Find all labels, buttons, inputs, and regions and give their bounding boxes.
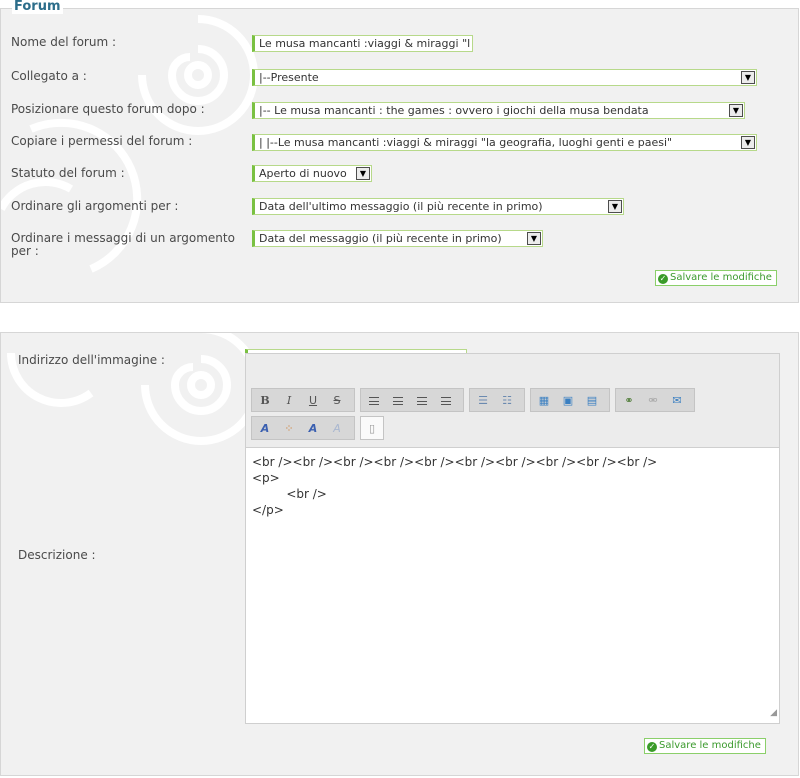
order-topics-select[interactable]: Data dell'ultimo messaggio (il più recen… [252,198,624,215]
chevron-down-icon: ▼ [608,200,622,213]
order-messages-select[interactable]: Data del messaggio (il più recente in pr… [252,230,543,247]
panel-legend-forum: Forum [12,0,63,14]
description-editor[interactable]: <br /><br /><br /><br /><br /><br /><br … [245,447,780,724]
copy-permissions-label: Copiare i permessi del forum : [11,134,193,148]
align-right-icon[interactable] [414,393,430,409]
order-messages-value: Data del messaggio (il più recente in pr… [259,232,502,245]
color-icon[interactable]: ⁘ [281,421,297,437]
save-changes-button[interactable]: ✓ Salvare le modifiche [655,270,777,286]
bold-icon[interactable]: B [257,393,273,409]
bullet-list-icon[interactable]: ☰ [475,393,491,409]
font-size-icon[interactable]: A [257,421,273,437]
link-icon[interactable]: ⚭ [621,393,637,409]
order-topics-value: Data dell'ultimo messaggio (il più recen… [259,200,543,213]
insert-image-icon[interactable]: ▣ [560,393,576,409]
check-circle-icon: ✓ [658,274,668,284]
check-circle-icon: ✓ [647,742,657,752]
linked-to-value: |--Presente [259,71,319,84]
underline-icon[interactable]: U [305,393,321,409]
strikethrough-icon[interactable]: S [329,393,345,409]
insert-group: ▦ ▣ ▤ [530,388,610,412]
format-group: B I U S [251,388,355,412]
align-group [360,388,464,412]
image-url-label: Indirizzo dell'immagine : [18,353,165,367]
link-group: ⚭ ⚮ ✉ [615,388,695,412]
forum-name-input[interactable]: Le musa mancanti :viaggi & miraggi "l [252,35,473,52]
position-after-select[interactable]: |-- Le musa mancanti : the games : ovver… [252,102,745,119]
numbered-list-icon[interactable]: ☷ [499,393,515,409]
justify-icon[interactable] [438,393,454,409]
editor-line: </p> [252,503,284,517]
list-group: ☰ ☷ [469,388,525,412]
order-messages-label: Ordinare i messaggi di un argomento per … [11,231,235,258]
editor-line: <br /> [252,487,327,501]
align-center-icon[interactable] [390,393,406,409]
editor-line: <p> [252,471,280,485]
swirl-decoration [7,333,261,445]
unlink-icon[interactable]: ⚮ [645,393,661,409]
chevron-down-icon: ▼ [741,136,755,149]
chevron-down-icon: ▼ [741,71,755,84]
insert-table-icon[interactable]: ▦ [536,393,552,409]
forum-status-value: Aperto di nuovo [259,167,347,180]
editor-toolbar: B I U S ☰ ☷ ▦ ▣ ▤ ⚭ ⚮ ✉ A ⁘ A A ▯ [245,353,780,448]
linked-to-select[interactable]: |--Presente ▼ [252,69,757,86]
chevron-down-icon: ▼ [356,167,370,180]
save-changes-button[interactable]: ✓ Salvare le modifiche [644,738,766,754]
italic-icon[interactable]: I [281,393,297,409]
source-group: ▯ [360,416,384,440]
align-left-icon[interactable] [366,393,382,409]
copy-permissions-select[interactable]: | |--Le musa mancanti :viaggi & miraggi … [252,134,757,151]
editor-line: <br /><br /><br /><br /><br /><br /><br … [252,455,658,469]
font-family-icon[interactable]: A [305,421,321,437]
remove-format-icon[interactable]: A [329,421,345,437]
position-after-label: Posizionare questo forum dopo : [11,102,205,116]
font-group: A ⁘ A A [251,416,355,440]
description-label: Descrizione : [18,548,96,562]
forum-name-label: Nome del forum : [11,35,117,49]
save-changes-label: Salvare le modifiche [659,740,761,751]
insert-media-icon[interactable]: ▤ [584,393,600,409]
forum-settings-panel: Forum [0,0,799,303]
chevron-down-icon: ▼ [729,104,743,117]
forum-status-select[interactable]: Aperto di nuovo ▼ [252,165,372,182]
copy-permissions-value: | |--Le musa mancanti :viaggi & miraggi … [259,136,673,149]
order-topics-label: Ordinare gli argomenti per : [11,199,179,213]
email-icon[interactable]: ✉ [669,393,685,409]
forum-status-label: Statuto del forum : [11,166,125,180]
resize-handle-icon[interactable]: ◢ [770,705,777,721]
chevron-down-icon: ▼ [527,232,541,245]
position-after-value: |-- Le musa mancanti : the games : ovver… [259,104,649,117]
source-icon[interactable]: ▯ [364,421,380,437]
save-changes-label: Salvare le modifiche [670,272,772,283]
linked-to-label: Collegato a : [11,69,87,83]
